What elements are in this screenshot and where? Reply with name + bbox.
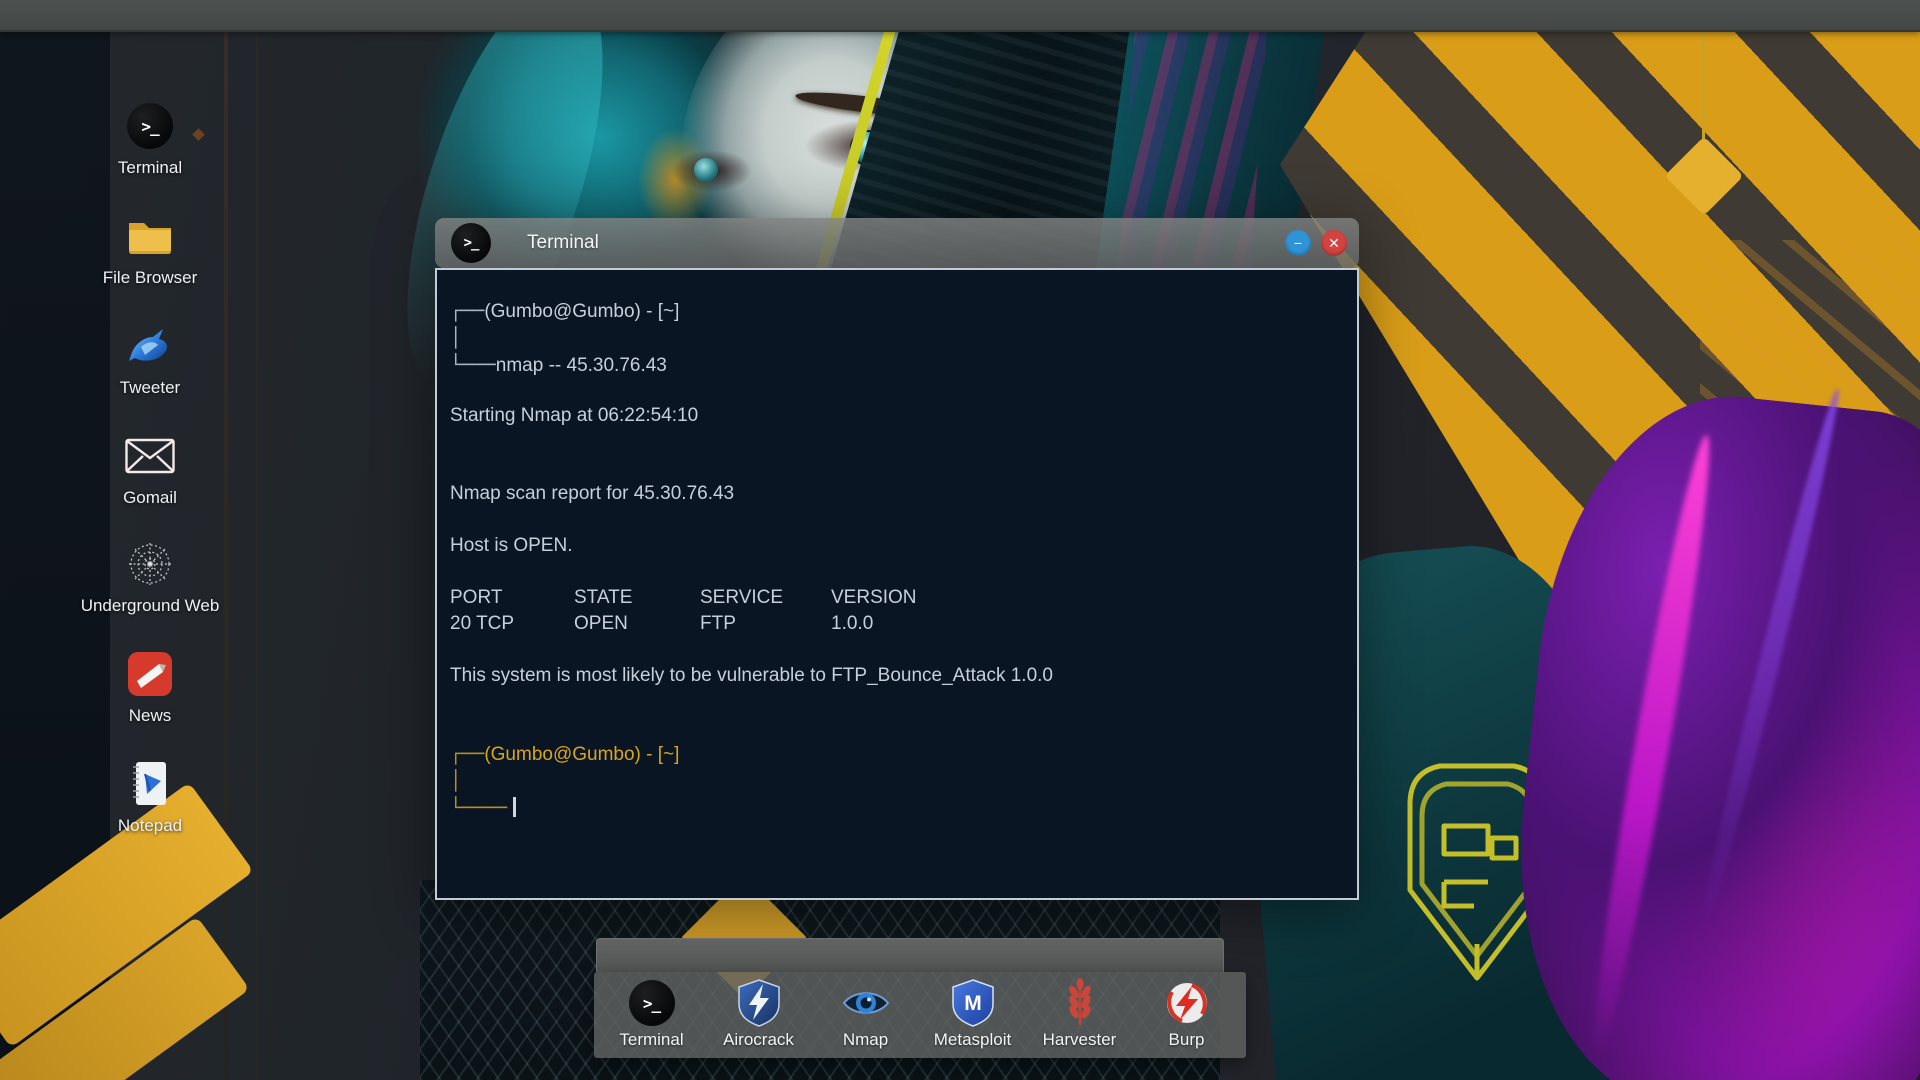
desktop-icon-label: News — [128, 706, 172, 725]
desktop-icon-label: Gomail — [123, 488, 177, 507]
window-controls: − ✕ — [1285, 230, 1347, 256]
bird-icon — [129, 329, 167, 361]
terminal-input-line[interactable]: └──── — [450, 795, 1343, 822]
prompt-user: (Gumbo@Gumbo) - [~] — [484, 744, 680, 765]
desktop-icon-tweeter[interactable]: Tweeter — [60, 320, 240, 398]
scan-table-header: PORT STATE SERVICE VERSION — [450, 585, 1343, 611]
dock-item-label: Nmap — [842, 1030, 889, 1049]
terminal-icon: >_ — [127, 103, 173, 149]
dock-bar: >_ Terminal Airocrack Nmap M Metasploit … — [594, 972, 1246, 1058]
desktop-icon-notepad[interactable]: Notepad — [60, 758, 240, 836]
dock-handle[interactable] — [596, 938, 1224, 972]
folder-icon — [129, 223, 171, 254]
prompt-tree: └─── — [450, 354, 496, 376]
dock-item-label: Burp — [1168, 1030, 1205, 1049]
terminal-output[interactable]: ┌──(Gumbo@Gumbo) - [~] │ └───nmap -- 45.… — [435, 268, 1359, 900]
top-panel — [0, 0, 1920, 32]
wallpaper-wall-seam — [256, 28, 258, 1080]
dock-item-harvester[interactable]: Harvester — [1026, 978, 1133, 1050]
svg-text:M: M — [964, 992, 982, 1015]
terminal-prompt-line: │ — [450, 768, 1343, 795]
terminal-icon: >_ — [451, 223, 491, 263]
desktop-icon-label: Notepad — [117, 816, 183, 835]
desktop-icon-label: Terminal — [117, 158, 183, 177]
col-state: STATE — [574, 587, 633, 608]
shield-bolt-icon — [737, 979, 780, 1027]
dock-item-nmap[interactable]: Nmap — [812, 978, 919, 1050]
dock-item-terminal[interactable]: >_ Terminal — [598, 978, 705, 1050]
desktop-icon-terminal[interactable]: >_ Terminal — [60, 100, 240, 178]
desktop-icon-label: File Browser — [102, 268, 198, 287]
terminal-window: >_ Terminal − ✕ ┌──(Gumbo@Gumbo) - [~] │… — [435, 218, 1359, 900]
terminal-prompt-line: │ — [450, 325, 1343, 352]
cell-service: FTP — [700, 613, 736, 634]
wallpaper-hanging-line — [1702, 20, 1705, 150]
dock-item-label: Harvester — [1042, 1030, 1117, 1049]
close-button[interactable]: ✕ — [1321, 230, 1347, 256]
col-service: SERVICE — [700, 587, 784, 608]
terminal-line: Starting Nmap at 06:22:54:10 — [450, 405, 699, 426]
prompt-tree: ┌── — [450, 743, 485, 765]
eye-icon — [842, 992, 889, 1014]
terminal-cursor — [513, 797, 517, 817]
burp-bolt-icon — [1166, 983, 1207, 1023]
wheat-icon — [1068, 978, 1091, 1025]
command-text: nmap -- 45.30.76.43 — [495, 355, 667, 376]
terminal-prompt-line: ┌──(Gumbo@Gumbo) - [~] — [450, 741, 1343, 768]
prompt-tree: │ — [450, 327, 462, 349]
desktop-icon-gomail[interactable]: Gomail — [60, 430, 240, 508]
cell-version: 1.0.0 — [831, 613, 874, 634]
terminal-glyph: >_ — [642, 993, 661, 1013]
prompt-user: (Gumbo@Gumbo) - [~] — [484, 301, 680, 322]
minimize-button[interactable]: − — [1285, 230, 1311, 256]
desktop-icon-list: >_ Terminal File Browser Tweeter Gomail … — [60, 0, 240, 1080]
prompt-tree: ┌── — [450, 300, 485, 322]
terminal-glyph: >_ — [463, 235, 480, 251]
desktop-icon-underground-web[interactable]: Underground Web — [60, 538, 240, 616]
wallpaper-iris — [694, 158, 718, 182]
terminal-titlebar[interactable]: >_ Terminal − ✕ — [435, 218, 1359, 268]
dock-item-label: Terminal — [619, 1030, 684, 1049]
dock-item-burp[interactable]: Burp — [1133, 978, 1240, 1050]
cell-port: 20 TCP — [450, 613, 515, 634]
dock-item-label: Metasploit — [933, 1030, 1012, 1049]
news-icon — [128, 652, 172, 696]
prompt-tree: └──── — [450, 797, 508, 819]
notepad-icon — [133, 762, 166, 805]
spiderweb-icon — [129, 543, 171, 585]
shield-m-icon: M — [951, 979, 994, 1027]
terminal-line: Nmap scan report for 45.30.76.43 — [450, 483, 735, 504]
dock-item-airocrack[interactable]: Airocrack — [705, 978, 812, 1050]
desktop-icon-file-browser[interactable]: File Browser — [60, 210, 240, 288]
minimize-icon: − — [1293, 235, 1303, 251]
desktop-icon-label: Underground Web — [80, 596, 220, 615]
close-icon: ✕ — [1328, 235, 1340, 251]
dock-item-label: Airocrack — [723, 1030, 794, 1049]
envelope-icon — [125, 438, 175, 474]
desktop-icon-news[interactable]: News — [60, 648, 240, 726]
vulnerability-line: This system is most likely to be vulnera… — [450, 665, 1053, 686]
desktop-icon-label: Tweeter — [119, 378, 181, 397]
dock: >_ Terminal Airocrack Nmap M Metasploit … — [594, 938, 1246, 1058]
terminal-glyph: >_ — [141, 116, 159, 136]
scan-table-row: 20 TCP OPEN FTP 1.0.0 — [450, 611, 1343, 637]
prompt-tree: │ — [450, 770, 462, 792]
terminal-line: Host is OPEN. — [450, 535, 573, 556]
col-version: VERSION — [831, 587, 917, 608]
dock-item-metasploit[interactable]: M Metasploit — [919, 978, 1026, 1050]
terminal-icon: >_ — [628, 980, 675, 1026]
cell-state: OPEN — [574, 613, 628, 634]
col-port: PORT — [450, 587, 503, 608]
terminal-prompt-line: ┌──(Gumbo@Gumbo) - [~] — [450, 298, 1343, 325]
terminal-command-line: └───nmap -- 45.30.76.43 — [450, 352, 1343, 379]
window-title: Terminal — [527, 232, 599, 253]
